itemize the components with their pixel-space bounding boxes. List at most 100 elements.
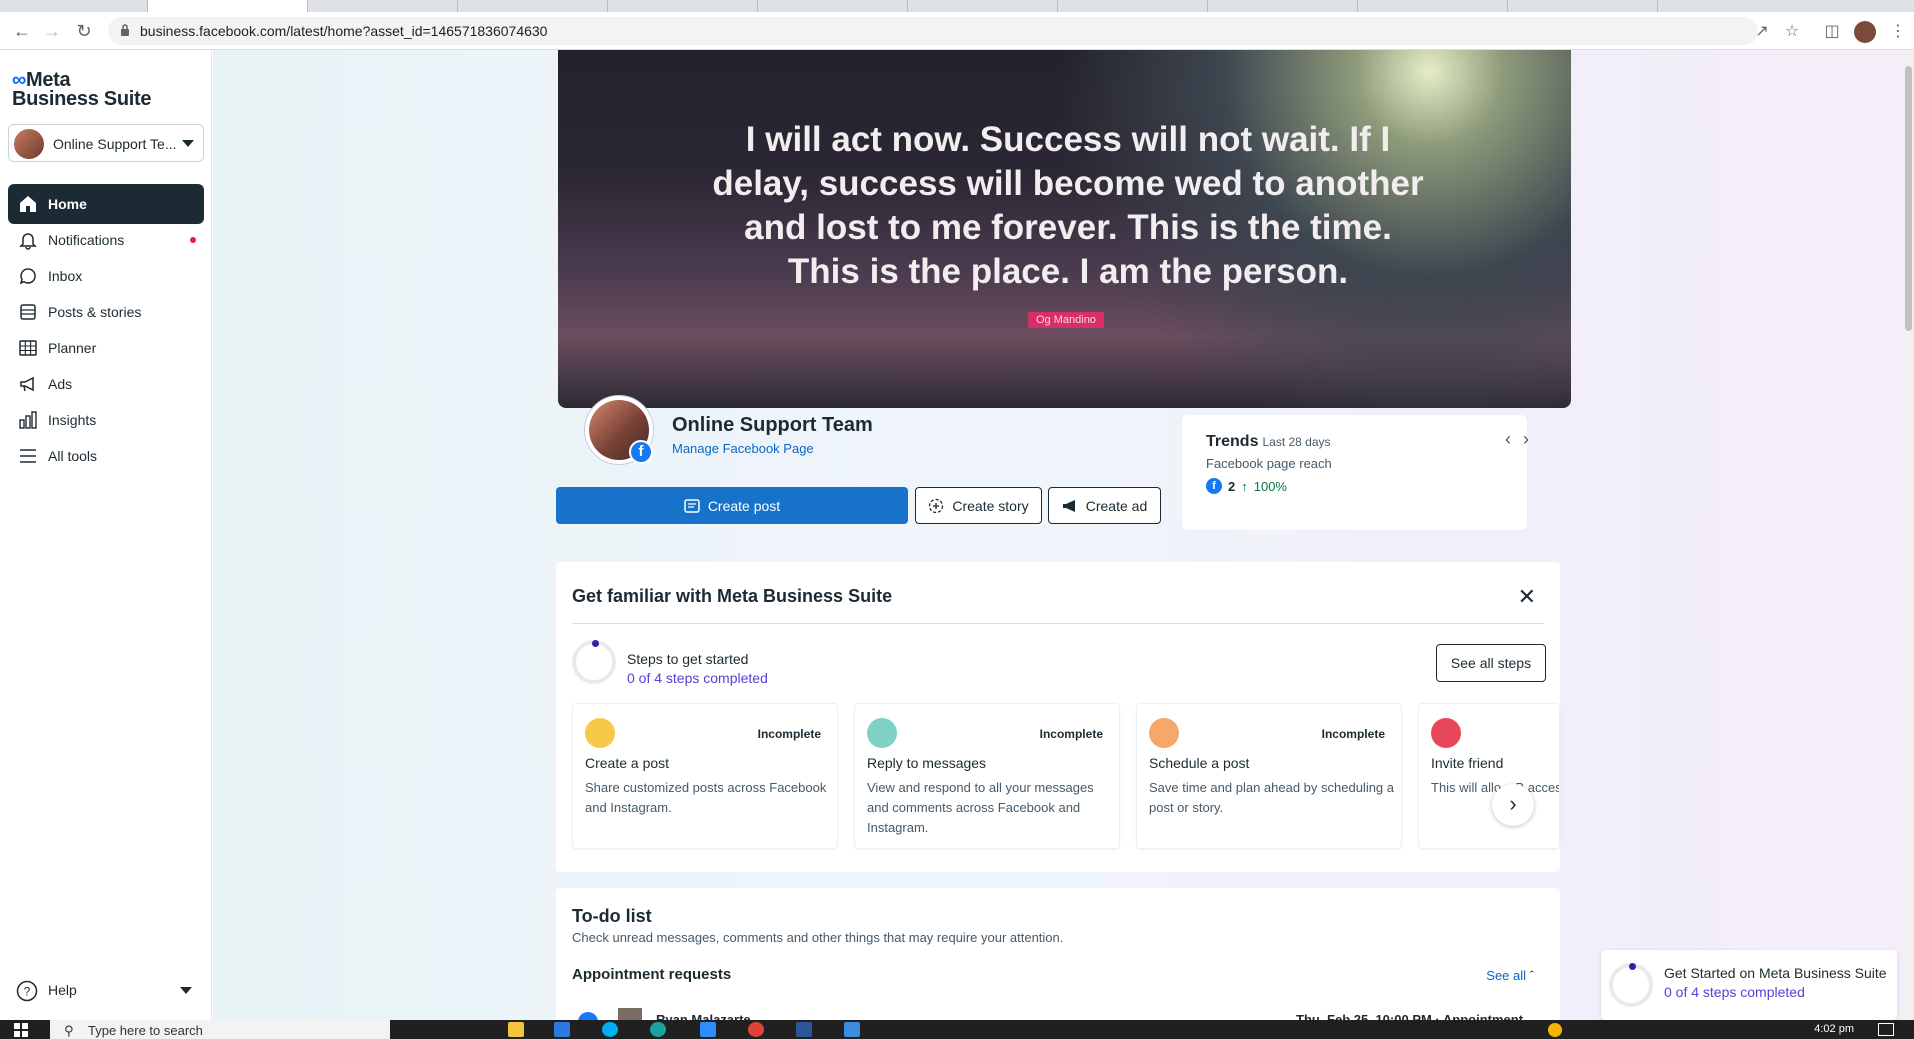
browser-tab-active[interactable] bbox=[148, 0, 308, 12]
see-all-link[interactable]: See all ˆ bbox=[1486, 968, 1534, 983]
trends-period: Last 28 days bbox=[1262, 435, 1331, 449]
progress-ring-dot bbox=[1629, 963, 1636, 970]
step-status-badge: Incomplete bbox=[1039, 727, 1103, 741]
step-status-badge: Incomplete bbox=[1321, 727, 1385, 741]
page-title: Online Support Team bbox=[672, 414, 873, 436]
get-familiar-title: Get familiar with Meta Business Suite bbox=[572, 586, 893, 606]
trends-title-text: Trends bbox=[1206, 433, 1259, 450]
store-icon[interactable] bbox=[554, 1022, 570, 1037]
close-icon[interactable]: ✕ bbox=[1518, 584, 1536, 610]
page-avatar[interactable]: f bbox=[584, 395, 654, 465]
logo-text-business-suite: Business Suite bbox=[12, 88, 152, 110]
schedule-icon bbox=[1149, 718, 1179, 748]
edge-icon[interactable] bbox=[650, 1022, 666, 1037]
chevron-right-icon[interactable]: › bbox=[1523, 429, 1529, 450]
create-story-button[interactable]: Create story bbox=[915, 487, 1042, 524]
page-scrollbar[interactable] bbox=[1903, 52, 1914, 1020]
see-all-label: See all bbox=[1486, 968, 1527, 983]
progress-ring bbox=[1609, 963, 1653, 1007]
see-all-steps-button[interactable]: See all steps bbox=[1436, 644, 1546, 682]
zoom-icon[interactable] bbox=[700, 1022, 716, 1037]
sidebar-item-posts-stories[interactable]: Posts & stories bbox=[8, 292, 204, 332]
sidebar-item-home[interactable]: Home bbox=[8, 184, 204, 224]
calendar-grid-icon bbox=[19, 340, 37, 356]
step-card-schedule-post[interactable]: Incomplete Schedule a post Save time and… bbox=[1136, 703, 1402, 849]
main-content: I will act now. Success will not wait. I… bbox=[213, 50, 1914, 1032]
account-switcher[interactable]: Online Support Te... bbox=[8, 124, 204, 162]
step-card-reply-messages[interactable]: Incomplete Reply to messages View and re… bbox=[854, 703, 1120, 849]
help-menu[interactable]: ? Help bbox=[8, 970, 204, 1010]
word-icon[interactable] bbox=[796, 1022, 812, 1037]
steps-progress[interactable]: 0 of 4 steps completed bbox=[627, 670, 768, 686]
browser-tab[interactable] bbox=[1208, 0, 1358, 12]
browser-tab[interactable] bbox=[308, 0, 458, 12]
step-description: Share customized posts across Facebook a… bbox=[585, 780, 827, 815]
reload-icon[interactable]: ↻ bbox=[74, 21, 94, 41]
address-bar[interactable]: business.facebook.com/latest/home?asset_… bbox=[108, 17, 1758, 45]
svg-text:?: ? bbox=[24, 985, 31, 999]
weather-icon[interactable] bbox=[1548, 1023, 1562, 1037]
caret-down-icon[interactable] bbox=[180, 987, 192, 994]
side-panel-icon[interactable]: ◫ bbox=[1822, 22, 1842, 42]
arrow-up-icon: ↑ bbox=[1241, 478, 1248, 494]
forward-arrow-icon[interactable]: → bbox=[42, 21, 62, 41]
cover-photo: I will act now. Success will not wait. I… bbox=[558, 50, 1571, 408]
step-description: View and respond to all your messages an… bbox=[867, 780, 1094, 835]
megaphone-icon bbox=[1062, 499, 1075, 512]
browser-tab[interactable] bbox=[608, 0, 758, 12]
create-post-button[interactable]: Create post bbox=[556, 487, 908, 524]
progress-ring bbox=[572, 640, 616, 684]
sidebar-item-notifications[interactable]: Notifications bbox=[8, 220, 204, 260]
todo-subtitle: Check unread messages, comments and othe… bbox=[572, 930, 1064, 945]
facebook-badge-icon: f bbox=[629, 440, 653, 464]
chevron-right-icon[interactable]: › bbox=[1492, 784, 1534, 826]
browser-tab[interactable] bbox=[1358, 0, 1508, 12]
url-text: business.facebook.com/latest/home?asset_… bbox=[140, 23, 548, 39]
manage-facebook-page-link[interactable]: Manage Facebook Page bbox=[672, 441, 814, 456]
taskbar-search-box[interactable]: ⚲ Type here to search bbox=[50, 1020, 390, 1039]
scrollbar-thumb[interactable] bbox=[1905, 66, 1912, 331]
progress-ring-dot bbox=[592, 640, 599, 647]
chevron-left-icon[interactable]: ‹ bbox=[1505, 429, 1511, 450]
divider bbox=[572, 623, 1544, 624]
taskbar-search-placeholder: Type here to search bbox=[88, 1023, 203, 1038]
meta-business-suite-logo[interactable]: ∞Meta Business Suite bbox=[12, 69, 151, 111]
create-ad-button[interactable]: Create ad bbox=[1048, 487, 1161, 524]
sidebar-item-planner[interactable]: Planner bbox=[8, 328, 204, 368]
step-title: Create a post bbox=[585, 755, 670, 771]
trends-value-row: f 2 ↑ 100% bbox=[1206, 478, 1287, 494]
browser-tab[interactable] bbox=[458, 0, 608, 12]
sidebar-item-all-tools[interactable]: All tools bbox=[8, 436, 204, 476]
sidebar-item-ads[interactable]: Ads bbox=[8, 364, 204, 404]
sidebar-item-label: Posts & stories bbox=[48, 304, 142, 320]
get-started-widget[interactable]: Get Started on Meta Business Suite 0 of … bbox=[1601, 950, 1897, 1020]
chrome-icon[interactable] bbox=[748, 1022, 764, 1037]
browser-tab[interactable] bbox=[758, 0, 908, 12]
file-explorer-icon[interactable] bbox=[508, 1022, 524, 1037]
sidebar-item-insights[interactable]: Insights bbox=[8, 400, 204, 440]
create-post-icon bbox=[585, 718, 615, 748]
taskbar-clock[interactable]: 4:02 pm bbox=[1814, 1023, 1854, 1035]
photos-icon[interactable] bbox=[844, 1022, 860, 1037]
appointment-requests-title: Appointment requests bbox=[572, 966, 732, 983]
share-icon[interactable]: ↗ bbox=[1752, 22, 1772, 42]
step-card-create-post[interactable]: Incomplete Create a post Share customize… bbox=[572, 703, 838, 849]
star-icon[interactable]: ☆ bbox=[1782, 22, 1802, 42]
search-icon: ⚲ bbox=[64, 1023, 74, 1038]
browser-tab[interactable] bbox=[1508, 0, 1658, 12]
steps-title: Steps to get started bbox=[627, 651, 749, 667]
skype-icon[interactable] bbox=[602, 1022, 618, 1037]
back-arrow-icon[interactable]: ← bbox=[12, 21, 32, 41]
step-card-invite-friends[interactable]: Invite friend This will allo a B access … bbox=[1418, 703, 1560, 849]
browser-tab[interactable] bbox=[0, 0, 148, 12]
sidebar-item-inbox[interactable]: Inbox bbox=[8, 256, 204, 296]
profile-avatar[interactable] bbox=[1854, 21, 1876, 43]
kebab-menu-icon[interactable]: ⋮ bbox=[1888, 22, 1908, 42]
megaphone-icon bbox=[20, 376, 34, 392]
windows-start-icon[interactable] bbox=[14, 1023, 28, 1037]
browser-tab[interactable] bbox=[908, 0, 1058, 12]
create-story-label: Create story bbox=[952, 497, 1029, 514]
sidebar-item-label: Planner bbox=[48, 340, 97, 356]
browser-tab[interactable] bbox=[1058, 0, 1208, 12]
notification-center-icon[interactable] bbox=[1878, 1023, 1894, 1036]
